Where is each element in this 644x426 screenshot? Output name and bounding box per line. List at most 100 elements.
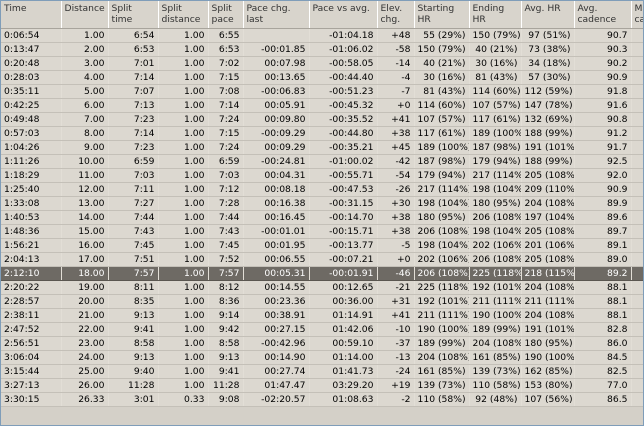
table-cell: -00:55.71 — [309, 168, 378, 183]
table-row[interactable]: 2:38:11 21.00 9:13 1.00 9:14 00:38.91 01:14.91… — [1, 308, 643, 323]
column-header-split-pace[interactable]: Split pace — [208, 1, 244, 29]
table-cell: 188 (99%) — [521, 154, 575, 169]
table-cell: 30 (16%) — [469, 56, 522, 71]
table-cell: 204 (108%) — [521, 196, 575, 211]
table-cell: 197 (104%) — [521, 210, 575, 225]
column-header-distance[interactable]: Distance — [61, 1, 109, 29]
column-header-split-distance[interactable]: Split distance — [158, 1, 209, 29]
table-row[interactable]: 1:40:53 14.00 7:44 1.00 7:44 00:16.45 -00:14.7… — [1, 210, 643, 225]
table-cell: 1.00 — [158, 308, 209, 323]
table-row[interactable]: 1:56:21 16.00 7:45 1.00 7:45 00:01.95 -00:13.7… — [1, 238, 643, 253]
table-row[interactable]: 0:42:25 6.00 7:13 1.00 7:14 00:05.91 -00:45.32… — [1, 98, 643, 113]
column-header-starting-hr[interactable]: Starting HR — [414, 1, 470, 29]
table-cell: 8:58 — [108, 336, 159, 351]
table-cell: 0:20:48 — [1, 56, 62, 71]
table-row[interactable]: 3:27:13 26.00 11:28 1.00 11:28 01:47.47 03:29.… — [1, 378, 643, 393]
table-row[interactable]: 0:06:54 1.00 6:54 1.00 6:55 -01:04.18 +48 55 (2… — [1, 28, 643, 43]
column-header-time[interactable]: Time — [1, 1, 62, 29]
column-header-pace-vs-avg[interactable]: Pace vs avg. — [309, 1, 378, 29]
table-cell: 180 (95%) — [414, 210, 470, 225]
table-cell: 189 (100%) — [469, 126, 522, 141]
table-cell: 0:35:11 — [1, 84, 62, 99]
table-cell: 88.0 — [631, 364, 643, 379]
table-cell: 8:36 — [208, 294, 244, 309]
table-cell: 21.00 — [61, 308, 109, 323]
table-cell: 9:13 — [208, 350, 244, 365]
table-cell: 132 (69%) — [521, 112, 575, 127]
table-cell: 91.3 — [631, 196, 643, 211]
column-header-max-cadence[interactable]: Max. cadence — [631, 1, 643, 29]
table-cell: 150 (79%) — [469, 28, 522, 43]
table-row[interactable]: 3:15:44 25.00 9:40 1.00 9:41 00:27.74 01:41.73… — [1, 364, 643, 379]
column-header-ending-hr[interactable]: Ending HR — [469, 1, 522, 29]
table-cell: 89.0 — [574, 252, 632, 267]
column-header-pace-chg-last[interactable]: Pace chg. last — [243, 1, 310, 29]
table-row[interactable]: 1:48:36 15.00 7:43 1.00 7:43 -00:01.01 -00:15.… — [1, 224, 643, 239]
table-cell: 7:28 — [208, 196, 244, 211]
table-row[interactable]: 2:04:13 17.00 7:51 1.00 7:52 00:06.55 -00:07.2… — [1, 252, 643, 267]
table-row[interactable]: 2:12:10 18.00 7:57 1.00 7:57 00:05.31 -00:01.9… — [1, 266, 643, 281]
table-row[interactable]: 1:04:26 9.00 7:23 1.00 7:24 00:09.29 -00:35.21… — [1, 140, 643, 155]
table-cell: 90.9 — [574, 182, 632, 197]
table-cell: 161 (85%) — [469, 350, 522, 365]
table-cell: 77.0 — [574, 378, 632, 393]
table-cell: 40 (21%) — [414, 56, 470, 71]
table-cell: 23.00 — [61, 336, 109, 351]
column-header-split-time[interactable]: Split time — [108, 1, 159, 29]
table-row[interactable]: 2:47:52 22.00 9:41 1.00 9:42 00:27.15 01:42.06… — [1, 322, 643, 337]
column-header-elev-chg[interactable]: Elev. chg. — [377, 1, 415, 29]
table-cell: 92.0 — [631, 126, 643, 141]
table-cell: -00:14.70 — [309, 210, 378, 225]
table-row[interactable]: 2:56:51 23.00 8:58 1.00 8:58 -00:42.96 00:59.1… — [1, 336, 643, 351]
table-cell: 7:15 — [208, 70, 244, 85]
table-cell: 0:42:25 — [1, 98, 62, 113]
table-cell: 8:35 — [108, 294, 159, 309]
table-cell: -00:01.91 — [309, 266, 378, 281]
table-cell: +41 — [377, 112, 415, 127]
table-cell: 9.00 — [61, 140, 109, 155]
table-cell: 86.0 — [574, 336, 632, 351]
table-cell: 00:38.91 — [243, 308, 310, 323]
table-row[interactable]: 0:13:47 2.00 6:53 1.00 6:53 -00:01.85 -01:06.0… — [1, 42, 643, 57]
table-row[interactable]: 0:49:48 7.00 7:23 1.00 7:24 00:09.80 -00:35.52… — [1, 112, 643, 127]
table-row[interactable]: 0:20:48 3.00 7:01 1.00 7:02 00:07.98 -00:58.05… — [1, 56, 643, 71]
splits-table-panel: Time Distance Split time Split distance … — [0, 0, 644, 426]
column-header-avg-cadence[interactable]: Avg. cadence — [574, 1, 632, 29]
table-cell: 204 (108%) — [469, 336, 522, 351]
table-cell: 179 (94%) — [414, 168, 470, 183]
table-cell: 88.1 — [574, 280, 632, 295]
table-cell: 89.0 — [631, 294, 643, 309]
table-row[interactable]: 0:57:03 8.00 7:14 1.00 7:15 -00:09.29 -00:44.8… — [1, 126, 643, 141]
table-row[interactable]: 1:11:26 10.00 6:59 1.00 6:59 -00:24.81 -01:00.… — [1, 154, 643, 169]
table-cell: 225 (118%) — [414, 280, 470, 295]
table-row[interactable]: 0:35:11 5.00 7:07 1.00 7:08 -00:06.83 -00:51.2… — [1, 84, 643, 99]
table-row[interactable]: 0:28:03 4.00 7:14 1.00 7:15 00:13.65 -00:44.40… — [1, 70, 643, 85]
table-row[interactable]: 2:28:57 20.00 8:35 1.00 8:36 00:23.36 00:36.00… — [1, 294, 643, 309]
column-header-avg-hr[interactable]: Avg. HR — [521, 1, 575, 29]
table-cell: 89.9 — [574, 196, 632, 211]
table-row[interactable]: 1:33:08 13.00 7:27 1.00 7:28 00:16.38 -00:31.1… — [1, 196, 643, 211]
table-row[interactable]: 3:06:04 24.00 9:13 1.00 9:13 00:14.90 01:14.00… — [1, 350, 643, 365]
table-cell: 1.00 — [158, 182, 209, 197]
table-row[interactable]: 2:20:22 19.00 8:11 1.00 8:12 00:14.55 00:12.65… — [1, 280, 643, 295]
table-cell: 00:06.55 — [243, 252, 310, 267]
table-cell: 00:07.98 — [243, 56, 310, 71]
table-cell: 204 (108%) — [521, 280, 575, 295]
table-cell: 82.5 — [574, 364, 632, 379]
table-cell: 7:27 — [108, 196, 159, 211]
table-row[interactable]: 3:30:15 26.33 3:01 0.33 9:08 -02:20.57 01:08.6… — [1, 392, 643, 407]
table-cell: 01:47.47 — [243, 378, 310, 393]
table-cell: -00:35.21 — [309, 140, 378, 155]
table-cell: 00:05.31 — [243, 266, 310, 281]
table-cell: 7:23 — [108, 140, 159, 155]
table-cell: 89.0 — [631, 308, 643, 323]
table-row[interactable]: 1:25:40 12.00 7:11 1.00 7:12 00:08.18 -00:47.5… — [1, 182, 643, 197]
table-cell: 88.1 — [574, 308, 632, 323]
table-cell: +41 — [377, 308, 415, 323]
table-cell: 211 (111%) — [521, 294, 575, 309]
table-cell: 4.00 — [61, 70, 109, 85]
table-row[interactable]: 1:18:29 11.00 7:03 1.00 7:03 00:04.31 -00:55.7… — [1, 168, 643, 183]
table-cell: 91.7 — [574, 140, 632, 155]
table-cell: 92.0 — [574, 168, 632, 183]
table-cell: 139 (73%) — [414, 378, 470, 393]
